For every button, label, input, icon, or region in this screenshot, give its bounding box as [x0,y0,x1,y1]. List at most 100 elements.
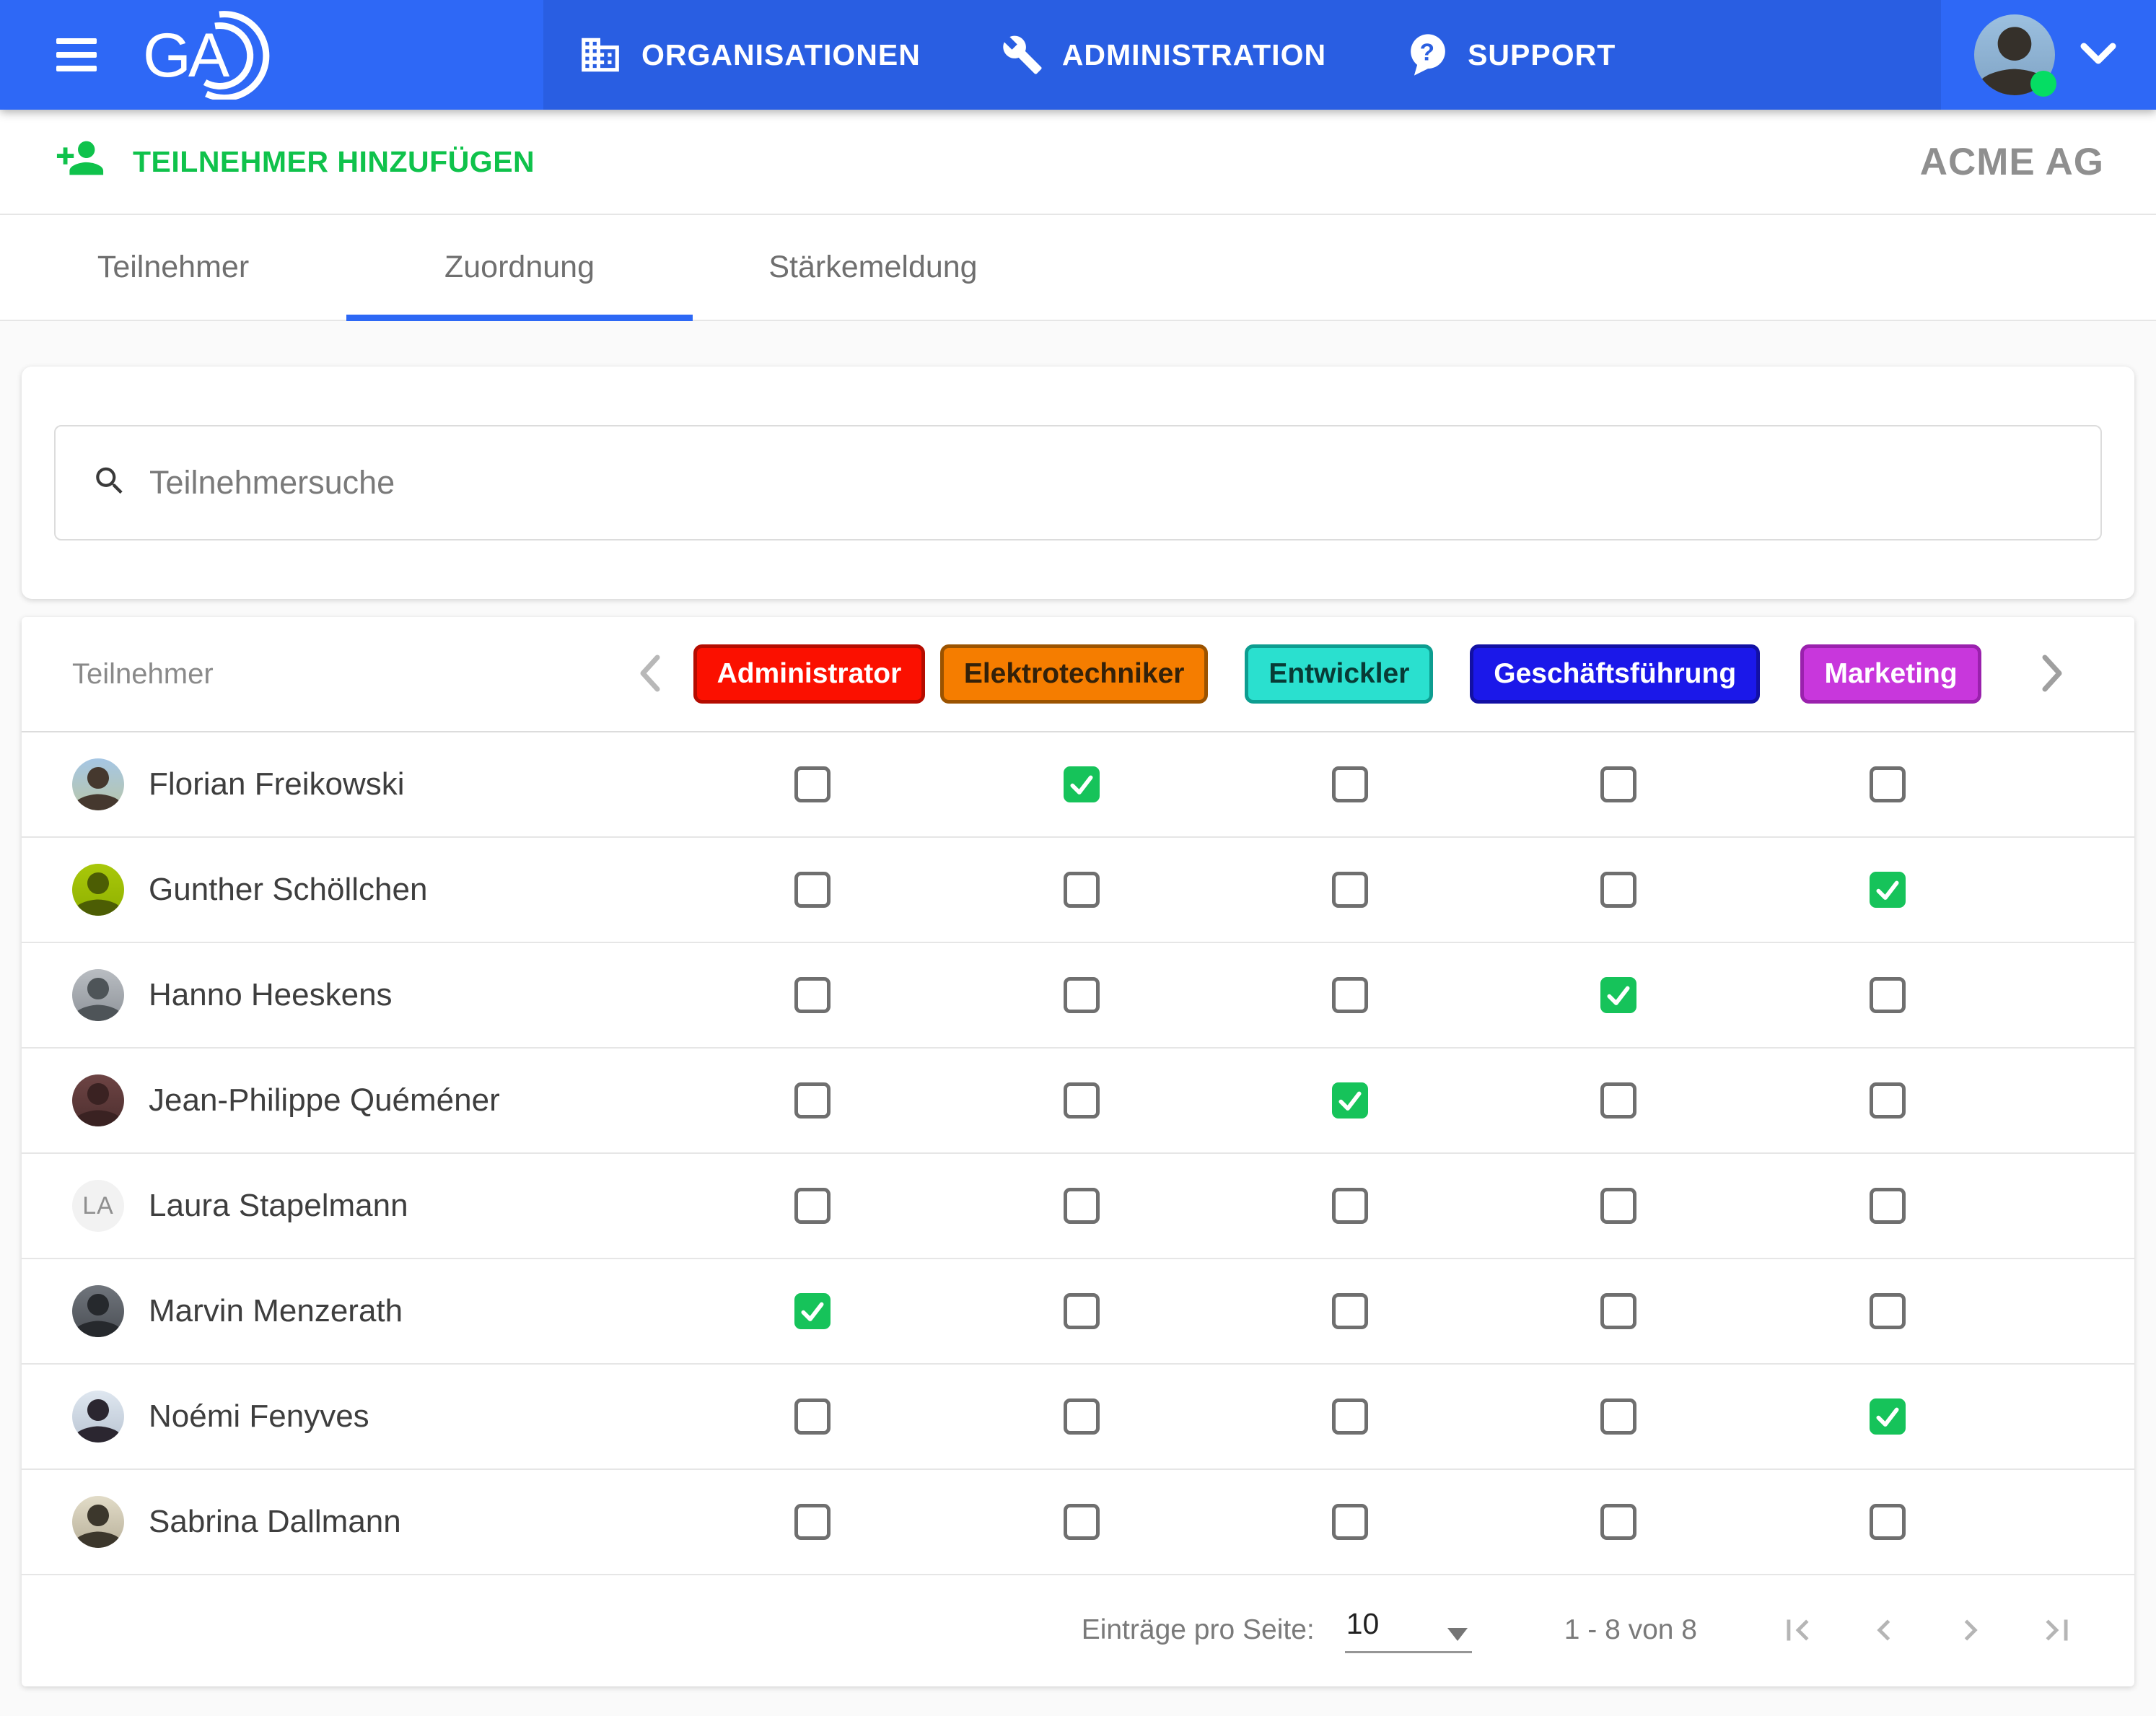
previous-page-button[interactable] [1863,1609,1905,1651]
role-checkbox-entwickler[interactable] [1332,872,1368,908]
participant-name: Sabrina Dallmann [149,1504,401,1540]
role-checkbox-administrator[interactable] [794,1293,831,1329]
svg-text:GA: GA [143,21,230,90]
table-row: Hanno Heeskens [22,943,2134,1049]
role-checkbox-administrator[interactable] [794,1504,831,1540]
role-checkbox-entwickler[interactable] [1332,977,1368,1013]
tab-staerkemeldung[interactable]: Stärkemeldung [693,215,1053,320]
role-checkbox-elektrotechniker[interactable] [1064,1504,1100,1540]
role-checkbox-administrator[interactable] [794,1188,831,1224]
nav-item-support[interactable]: ? SUPPORT [1407,32,1616,77]
role-checkbox-elektrotechniker[interactable] [1064,766,1100,802]
role-checkbox-marketing[interactable] [1870,1082,1906,1119]
nav-item-organisationen[interactable]: ORGANISATIONEN [578,32,921,77]
role-checkbox-entwickler[interactable] [1332,766,1368,802]
role-checkbox-entwickler[interactable] [1332,1293,1368,1329]
role-checkbox-entwickler[interactable] [1332,1398,1368,1435]
participant-cell: Gunther Schöllchen [72,864,621,916]
participant-cell: LA Laura Stapelmann [72,1180,621,1232]
role-checkbox-administrator[interactable] [794,1398,831,1435]
first-page-icon [1776,1609,1818,1651]
role-checkbox-marketing[interactable] [1870,1188,1906,1224]
participant-avatar [72,758,124,810]
organization-name: ACME AG [1920,140,2104,184]
role-checkbox-marketing[interactable] [1870,1293,1906,1329]
scroll-roles-left-button[interactable] [621,653,678,696]
role-checkbox-geschäftsführung[interactable] [1600,1504,1636,1540]
participant-cell: Marvin Menzerath [72,1285,621,1337]
table-header-row: Teilnehmer Administrator Elektrotechnike… [22,617,2134,732]
role-checkbox-marketing[interactable] [1870,1398,1906,1435]
participant-avatar [72,1391,124,1443]
search-input[interactable] [54,425,2102,540]
participant-avatar [72,1074,124,1126]
participant-cell: Hanno Heeskens [72,969,621,1021]
participant-name: Noémi Fenyves [149,1398,369,1435]
tab-zuordnung[interactable]: Zuordnung [346,215,693,320]
last-page-icon [2036,1609,2078,1651]
per-page-select[interactable]: 10 [1345,1607,1472,1653]
role-checkbox-marketing[interactable] [1870,872,1906,908]
participant-cell: Noémi Fenyves [72,1391,621,1443]
role-checkbox-elektrotechniker[interactable] [1064,1188,1100,1224]
first-page-button[interactable] [1776,1609,1818,1651]
add-participant-button[interactable]: TEILNEHMER HINZUFÜGEN [55,133,535,191]
participant-cell: Jean-Philippe Quéméner [72,1074,621,1126]
role-checkbox-marketing[interactable] [1870,977,1906,1013]
check-icon [799,1297,826,1325]
participant-avatar [72,1285,124,1337]
role-checkbox-marketing[interactable] [1870,766,1906,802]
app-logo: GA [143,10,287,103]
role-badge-entwickler[interactable]: Entwickler [1245,644,1433,704]
role-checkbox-elektrotechniker[interactable] [1064,1293,1100,1329]
role-checkbox-entwickler[interactable] [1332,1082,1368,1119]
online-status-dot [2030,71,2056,97]
account-menu-button[interactable] [2080,42,2117,69]
last-page-button[interactable] [2036,1609,2078,1651]
pagination-range-label: 1 - 8 von 8 [1564,1614,1697,1646]
nav-item-label: SUPPORT [1468,38,1616,72]
chevron-right-icon [2041,653,2065,696]
logo-icon: GA [143,10,287,100]
role-checkbox-geschäftsführung[interactable] [1600,1188,1636,1224]
role-checkbox-administrator[interactable] [794,872,831,908]
role-badge-marketing[interactable]: Marketing [1800,644,1981,704]
role-checkbox-administrator[interactable] [794,1082,831,1119]
role-checkbox-geschäftsführung[interactable] [1600,872,1636,908]
role-badge-administrator[interactable]: Administrator [693,644,926,704]
role-checkbox-elektrotechniker[interactable] [1064,977,1100,1013]
role-checkbox-geschäftsführung[interactable] [1600,766,1636,802]
table-row: Florian Freikowski [22,732,2134,838]
participant-name: Laura Stapelmann [149,1188,408,1224]
action-bar: TEILNEHMER HINZUFÜGEN ACME AG [0,110,2156,215]
check-icon [1874,1403,1901,1430]
role-checkbox-administrator[interactable] [794,766,831,802]
participant-avatar [72,1496,124,1548]
table-row: Marvin Menzerath [22,1259,2134,1365]
tab-teilnehmer[interactable]: Teilnehmer [0,215,346,320]
check-icon [1605,981,1632,1009]
nav-item-administration[interactable]: ADMINISTRATION [1002,34,1326,76]
participant-avatar: LA [72,1180,124,1232]
add-participant-label: TEILNEHMER HINZUFÜGEN [133,145,535,179]
role-checkbox-entwickler[interactable] [1332,1188,1368,1224]
role-checkbox-elektrotechniker[interactable] [1064,872,1100,908]
role-checkbox-geschäftsführung[interactable] [1600,1082,1636,1119]
role-checkbox-elektrotechniker[interactable] [1064,1398,1100,1435]
page-content: Teilnehmer Administrator Elektrotechnike… [0,321,2156,1686]
user-avatar[interactable] [1974,14,2055,95]
role-checkbox-elektrotechniker[interactable] [1064,1082,1100,1119]
role-checkbox-geschäftsführung[interactable] [1600,1293,1636,1329]
hamburger-menu-button[interactable] [56,38,97,71]
next-page-button[interactable] [1950,1609,1991,1651]
role-checkbox-entwickler[interactable] [1332,1504,1368,1540]
role-checkbox-geschäftsführung[interactable] [1600,977,1636,1013]
role-checkbox-geschäftsführung[interactable] [1600,1398,1636,1435]
scroll-roles-right-button[interactable] [2022,653,2084,696]
role-badge-geschäftsführung[interactable]: Geschäftsführung [1470,644,1760,704]
role-checkbox-marketing[interactable] [1870,1504,1906,1540]
role-checkbox-administrator[interactable] [794,977,831,1013]
pagination-controls [1776,1609,2078,1651]
svg-text:?: ? [1420,40,1437,66]
role-badge-elektrotechniker[interactable]: Elektrotechniker [940,644,1209,704]
